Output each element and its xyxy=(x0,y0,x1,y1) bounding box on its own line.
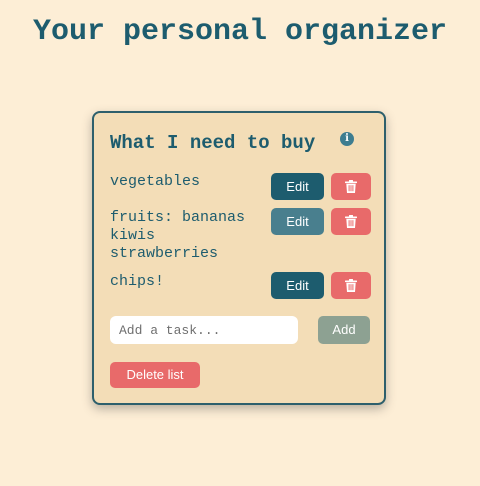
edit-task-button[interactable]: Edit xyxy=(271,208,324,235)
info-icon[interactable]: i xyxy=(340,132,354,146)
trash-icon xyxy=(345,279,357,292)
delete-task-button[interactable] xyxy=(331,173,371,200)
task-item-text: fruits: bananas kiwis strawberries xyxy=(110,209,246,262)
list-title: What I need to buy xyxy=(110,132,316,154)
task-item-text: vegetables xyxy=(110,173,201,190)
add-task-button[interactable]: Add xyxy=(318,316,370,344)
trash-icon xyxy=(345,215,357,228)
delete-list-button[interactable]: Delete list xyxy=(110,362,200,388)
edit-task-button[interactable]: Edit xyxy=(271,272,324,299)
trash-icon xyxy=(345,180,357,193)
add-task-input[interactable] xyxy=(110,316,298,344)
delete-task-button[interactable] xyxy=(331,208,371,235)
delete-task-button[interactable] xyxy=(331,272,371,299)
task-item-text: chips! xyxy=(110,273,165,290)
edit-task-button[interactable]: Edit xyxy=(271,173,324,200)
page-title: Your personal organizer xyxy=(32,15,448,49)
shopping-list-card: What I need to buy i vegetables Edit fru… xyxy=(92,111,386,405)
